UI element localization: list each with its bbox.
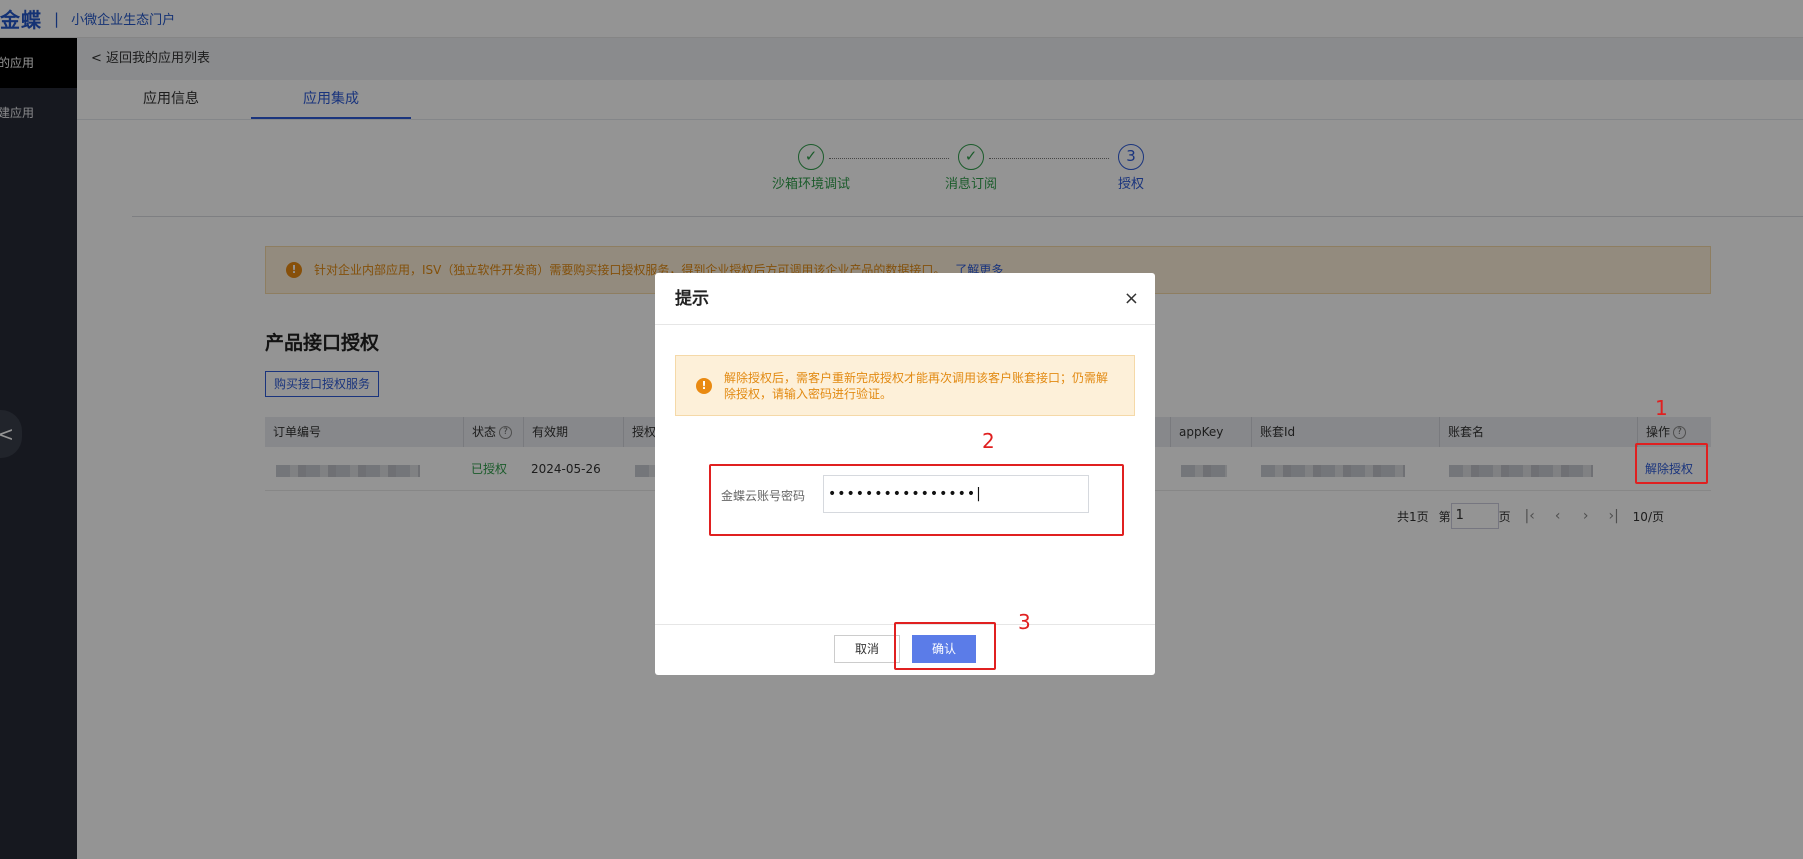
warning-icon: ! [696,378,712,394]
annotation-box-1 [1635,443,1708,484]
cancel-button[interactable]: 取消 [834,635,900,663]
annotation-number-2: 2 [982,429,995,453]
annotation-box-2 [709,464,1124,536]
annotation-box-3 [894,622,996,670]
annotation-number-3: 3 [1018,610,1031,634]
annotation-number-1: 1 [1655,396,1668,420]
dialog-warning-text: 解除授权后，需客户重新完成授权才能再次调用该客户账套接口；仍需解除授权，请输入密… [724,371,1109,401]
dialog-warning: ! 解除授权后，需客户重新完成授权才能再次调用该客户账套接口；仍需解除授权，请输… [675,355,1135,416]
close-icon[interactable]: × [1124,273,1139,325]
dialog-title: 提示 [675,289,709,309]
dialog-header: 提示 × [655,273,1155,325]
